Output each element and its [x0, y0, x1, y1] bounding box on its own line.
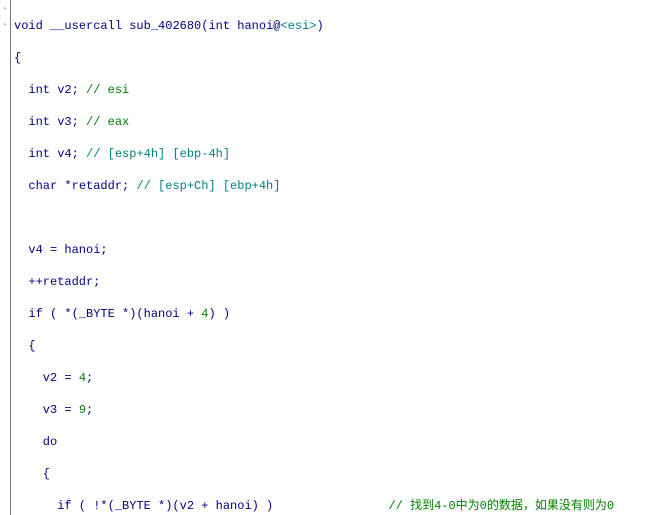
stmt: v2 = 4; — [14, 370, 647, 386]
decompiler-view: - - void __usercall sub_402680(int hanoi… — [0, 0, 647, 515]
stmt: if ( *(_BYTE *)(hanoi + 4) ) — [14, 306, 647, 322]
blank-line — [14, 210, 647, 226]
decl-line: int v4; // [esp+4h] [ebp-4h] — [14, 146, 647, 162]
fold-gutter: - - — [0, 0, 11, 515]
decl-line: int v2; // esi — [14, 82, 647, 98]
fold-toggle[interactable]: - — [1, 18, 9, 34]
brace: { — [14, 466, 647, 482]
signature-line: void __usercall sub_402680(int hanoi@<es… — [14, 18, 647, 34]
brace: { — [14, 338, 647, 354]
stmt: v3 = 9; — [14, 402, 647, 418]
fold-toggle[interactable]: - — [1, 2, 9, 18]
code-area[interactable]: void __usercall sub_402680(int hanoi@<es… — [10, 0, 647, 515]
brace: { — [14, 50, 647, 66]
decl-line: int v3; // eax — [14, 114, 647, 130]
stmt: if ( !*(_BYTE *)(v2 + hanoi) ) // 找到4-0中… — [14, 498, 647, 514]
decl-line: char *retaddr; // [esp+Ch] [ebp+4h] — [14, 178, 647, 194]
stmt: v4 = hanoi; — [14, 242, 647, 258]
stmt: ++retaddr; — [14, 274, 647, 290]
stmt: do — [14, 434, 647, 450]
